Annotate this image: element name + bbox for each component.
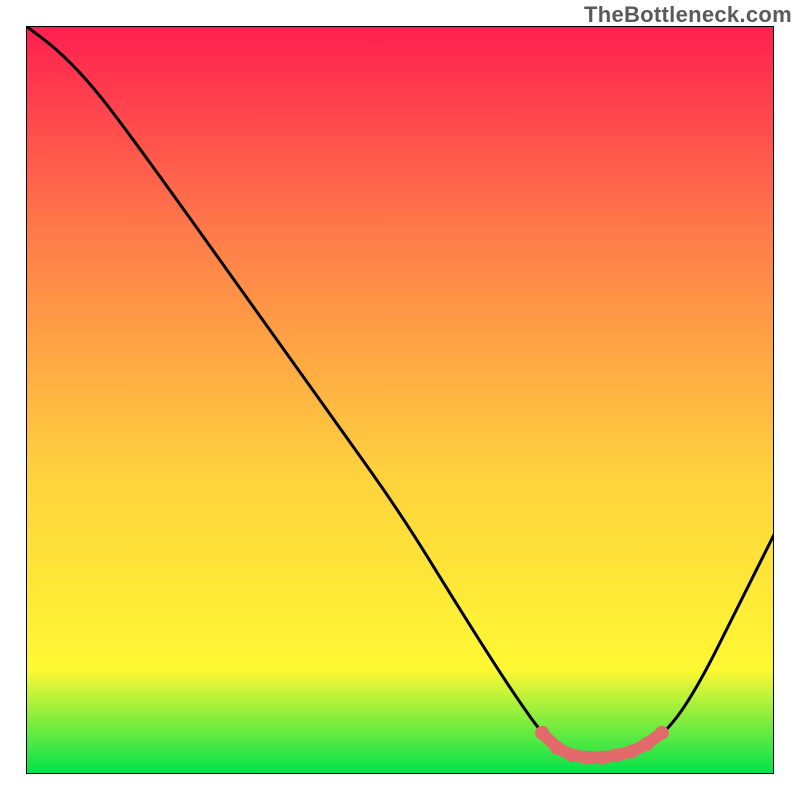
highlight-dot <box>550 741 564 755</box>
highlight-dot <box>655 726 669 740</box>
highlight-dot <box>535 726 549 740</box>
highlight-dot <box>565 748 579 762</box>
highlight-dot <box>640 737 654 751</box>
watermark-text: TheBottleneck.com <box>584 2 792 28</box>
chart-svg <box>26 26 774 774</box>
highlight-dot <box>595 751 609 765</box>
gradient-background <box>26 26 774 774</box>
highlight-dot <box>625 745 639 759</box>
chart-container <box>26 26 774 774</box>
highlight-dot <box>610 748 624 762</box>
highlight-dot <box>580 751 594 765</box>
